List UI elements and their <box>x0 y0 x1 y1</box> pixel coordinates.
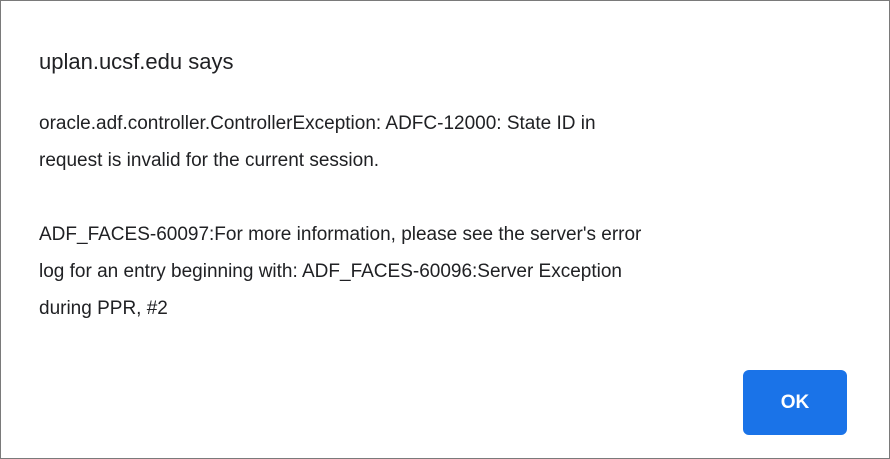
message-paragraph-gap <box>39 179 839 216</box>
message-line: log for an entry beginning with: ADF_FAC… <box>39 261 622 282</box>
alert-dialog: uplan.ucsf.edu says oracle.adf.controlle… <box>0 0 890 459</box>
message-line: request is invalid for the current sessi… <box>39 150 380 171</box>
message-line: ADF_FACES-60097:For more information, pl… <box>39 224 642 245</box>
ok-button[interactable]: OK <box>743 370 847 435</box>
dialog-title: uplan.ucsf.edu says <box>39 49 234 74</box>
dialog-message: oracle.adf.controller.ControllerExceptio… <box>39 105 839 327</box>
message-line: oracle.adf.controller.ControllerExceptio… <box>39 113 596 134</box>
message-line: during PPR, #2 <box>39 298 168 319</box>
